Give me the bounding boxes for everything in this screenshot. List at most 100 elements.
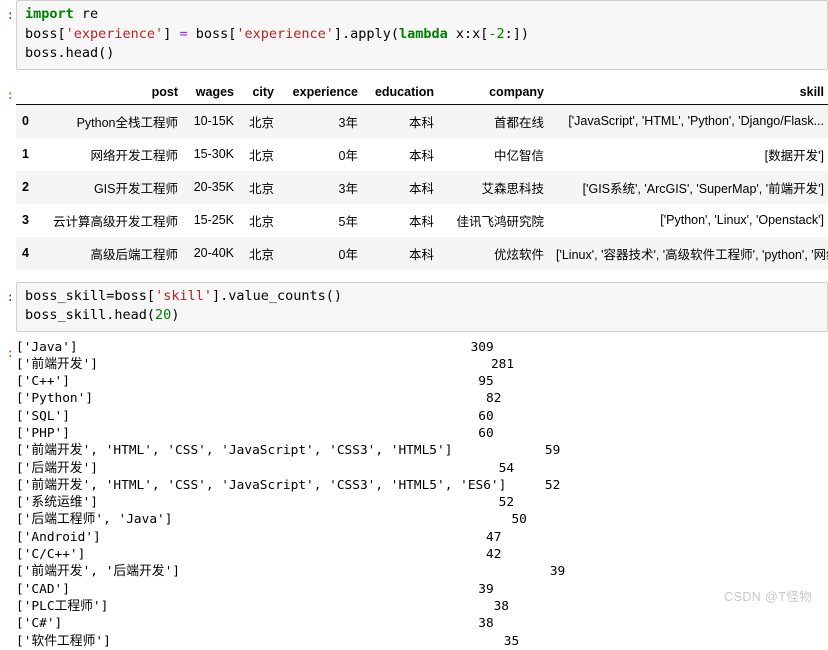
cell-wages: 15-30K: [193, 147, 234, 161]
series-value: 60: [478, 425, 494, 441]
list-item: ['前端开发', 'HTML', 'CSS', 'JavaScript', 'C…: [16, 477, 828, 494]
series-gap: [62, 616, 478, 631]
code-token: boss_skill.head(: [25, 307, 156, 323]
series-gap: [85, 547, 486, 562]
column-header-wages: wages: [184, 81, 240, 105]
series-label: ['C++']: [16, 374, 70, 390]
series-value: 82: [485, 391, 502, 407]
list-item: ['前端开发'] 281: [16, 356, 828, 373]
cell-education: 本科: [408, 247, 434, 262]
input-prompt-1: :: [6, 7, 14, 22]
series-label: ['SQL']: [16, 408, 70, 424]
series-label: ['CAD']: [16, 581, 70, 597]
dataframe-header: post wages city experience education company s…: [16, 81, 828, 105]
code-editor-2[interactable]: boss_skill=boss['skill'].value_counts() b…: [16, 281, 828, 332]
cell-experience: 3年: [338, 181, 358, 196]
series-gap: [93, 391, 486, 406]
list-item: ['SQL'] 60: [16, 408, 828, 425]
code-token: ): [171, 307, 180, 323]
series-label: ['Android']: [16, 529, 101, 545]
series-value: 52: [544, 477, 561, 493]
code-line: boss_skill.head(20): [25, 306, 821, 326]
code-token: boss_skill: [25, 287, 107, 304]
code-token: :]): [504, 25, 530, 42]
notebook-cell-input-2[interactable]: : boss_skill=boss['skill'].value_counts(…: [0, 281, 828, 332]
series-gap: [70, 374, 478, 389]
series-gap: [70, 409, 478, 424]
series-label: ['PHP']: [16, 425, 70, 441]
code-token: lambda: [398, 25, 448, 42]
list-item: ['前端开发', '后端开发'] 39: [16, 563, 828, 580]
series-gap: [452, 443, 544, 458]
cell-education: 本科: [408, 214, 434, 229]
list-item: ['软件工程师'] 35: [16, 633, 828, 650]
series-gap: [111, 634, 504, 649]
series-label: ['前端开发']: [16, 356, 99, 372]
code-token: ]: [163, 25, 180, 42]
cell-wages: 10-15K: [193, 114, 234, 128]
cell-post: 网络开发工程师: [90, 148, 178, 163]
list-item: ['后端工程师', 'Java'] 50: [16, 511, 828, 528]
series-gap: [98, 495, 499, 510]
series-value: 35: [503, 633, 520, 649]
code-token: re: [73, 6, 99, 22]
column-header-company: company: [440, 81, 550, 105]
series-label: ['后端工程师', 'Java']: [16, 512, 173, 528]
list-item: ['前端开发', 'HTML', 'CSS', 'JavaScript', 'C…: [16, 442, 828, 459]
list-item: ['Java'] 309: [16, 339, 828, 356]
cell-experience: 0年: [338, 148, 358, 163]
list-item: ['C/C++'] 42: [16, 546, 828, 563]
list-item: ['系统运维'] 52: [16, 494, 828, 511]
cell-wages: 20-35K: [193, 180, 234, 194]
column-header-experience: experience: [280, 81, 364, 105]
cell-post: GIS开发工程师: [93, 181, 178, 196]
cell-city: 北京: [248, 115, 274, 130]
cell-city: 北京: [248, 247, 274, 262]
cell-city: 北京: [248, 214, 274, 229]
cell-company: 首都在线: [493, 115, 544, 130]
dataframe-container: post wages city experience education company s…: [16, 80, 828, 270]
code-token: 'experience': [65, 25, 164, 42]
series-gap: [70, 426, 478, 441]
series-value: 52: [498, 495, 515, 511]
code-editor-1[interactable]: import re boss['experience'] = boss['expe…: [16, 0, 828, 70]
cell-wages: 15-25K: [193, 213, 234, 227]
code-token: =: [179, 25, 188, 42]
cell-skill: [数据开发']: [764, 148, 824, 163]
series-label: ['Java']: [16, 339, 78, 355]
cell-experience: 0年: [338, 247, 358, 262]
list-item: ['PHP'] 60: [16, 425, 828, 442]
series-gap: [101, 530, 486, 545]
cell-city: 北京: [248, 148, 274, 163]
series-label: ['前端开发', 'HTML', 'CSS', 'JavaScript', 'C…: [16, 443, 453, 459]
series-value: 309: [470, 339, 494, 355]
series-value: 59: [544, 443, 561, 459]
header-row: post wages city experience education company s…: [16, 81, 828, 105]
code-token: ].apply(: [333, 25, 399, 42]
code-line: import re: [25, 5, 821, 25]
list-item: ['C#'] 38: [16, 615, 828, 632]
code-line: boss['experience'] = boss['experience'].…: [25, 25, 821, 45]
output-prompt-1: :: [6, 86, 14, 102]
series-label: ['Python']: [16, 391, 94, 407]
series-value: 38: [478, 616, 494, 632]
series-value: 39: [478, 581, 494, 597]
cell-education: 本科: [408, 148, 434, 163]
series-gap: [70, 582, 478, 597]
cell-skill: ['Linux', '容器技术', '高级软件工程师', 'python', '…: [556, 247, 828, 262]
series-output-container: ['Java'] 309 ['前端开发'] 281 ['C++'] 95 ['Pyth…: [16, 338, 828, 650]
notebook-cell-input-1[interactable]: : import re boss['experience'] = boss['ex…: [0, 0, 828, 70]
dataframe-body: 0 Python全栈工程师 10-15K 北京 3年 本科 首都在线 ['JavaScript…: [16, 104, 828, 270]
row-index: 3: [22, 213, 29, 227]
cell-post: Python全栈工程师: [76, 115, 178, 130]
list-item: ['Android'] 47: [16, 529, 828, 546]
row-index: 4: [22, 246, 29, 260]
row-index: 1: [22, 147, 29, 161]
code-token: -2: [488, 25, 505, 42]
series-gap: [172, 512, 511, 527]
cell-city: 北京: [248, 181, 274, 196]
cell-skill: ['GIS系统', 'ArcGIS', 'SuperMap', '前端开发']: [582, 181, 824, 196]
cell-skill: ['JavaScript', 'HTML', 'Python', 'Django…: [568, 114, 824, 128]
cell-company: 中亿智信: [493, 148, 544, 163]
row-index: 2: [22, 180, 29, 194]
